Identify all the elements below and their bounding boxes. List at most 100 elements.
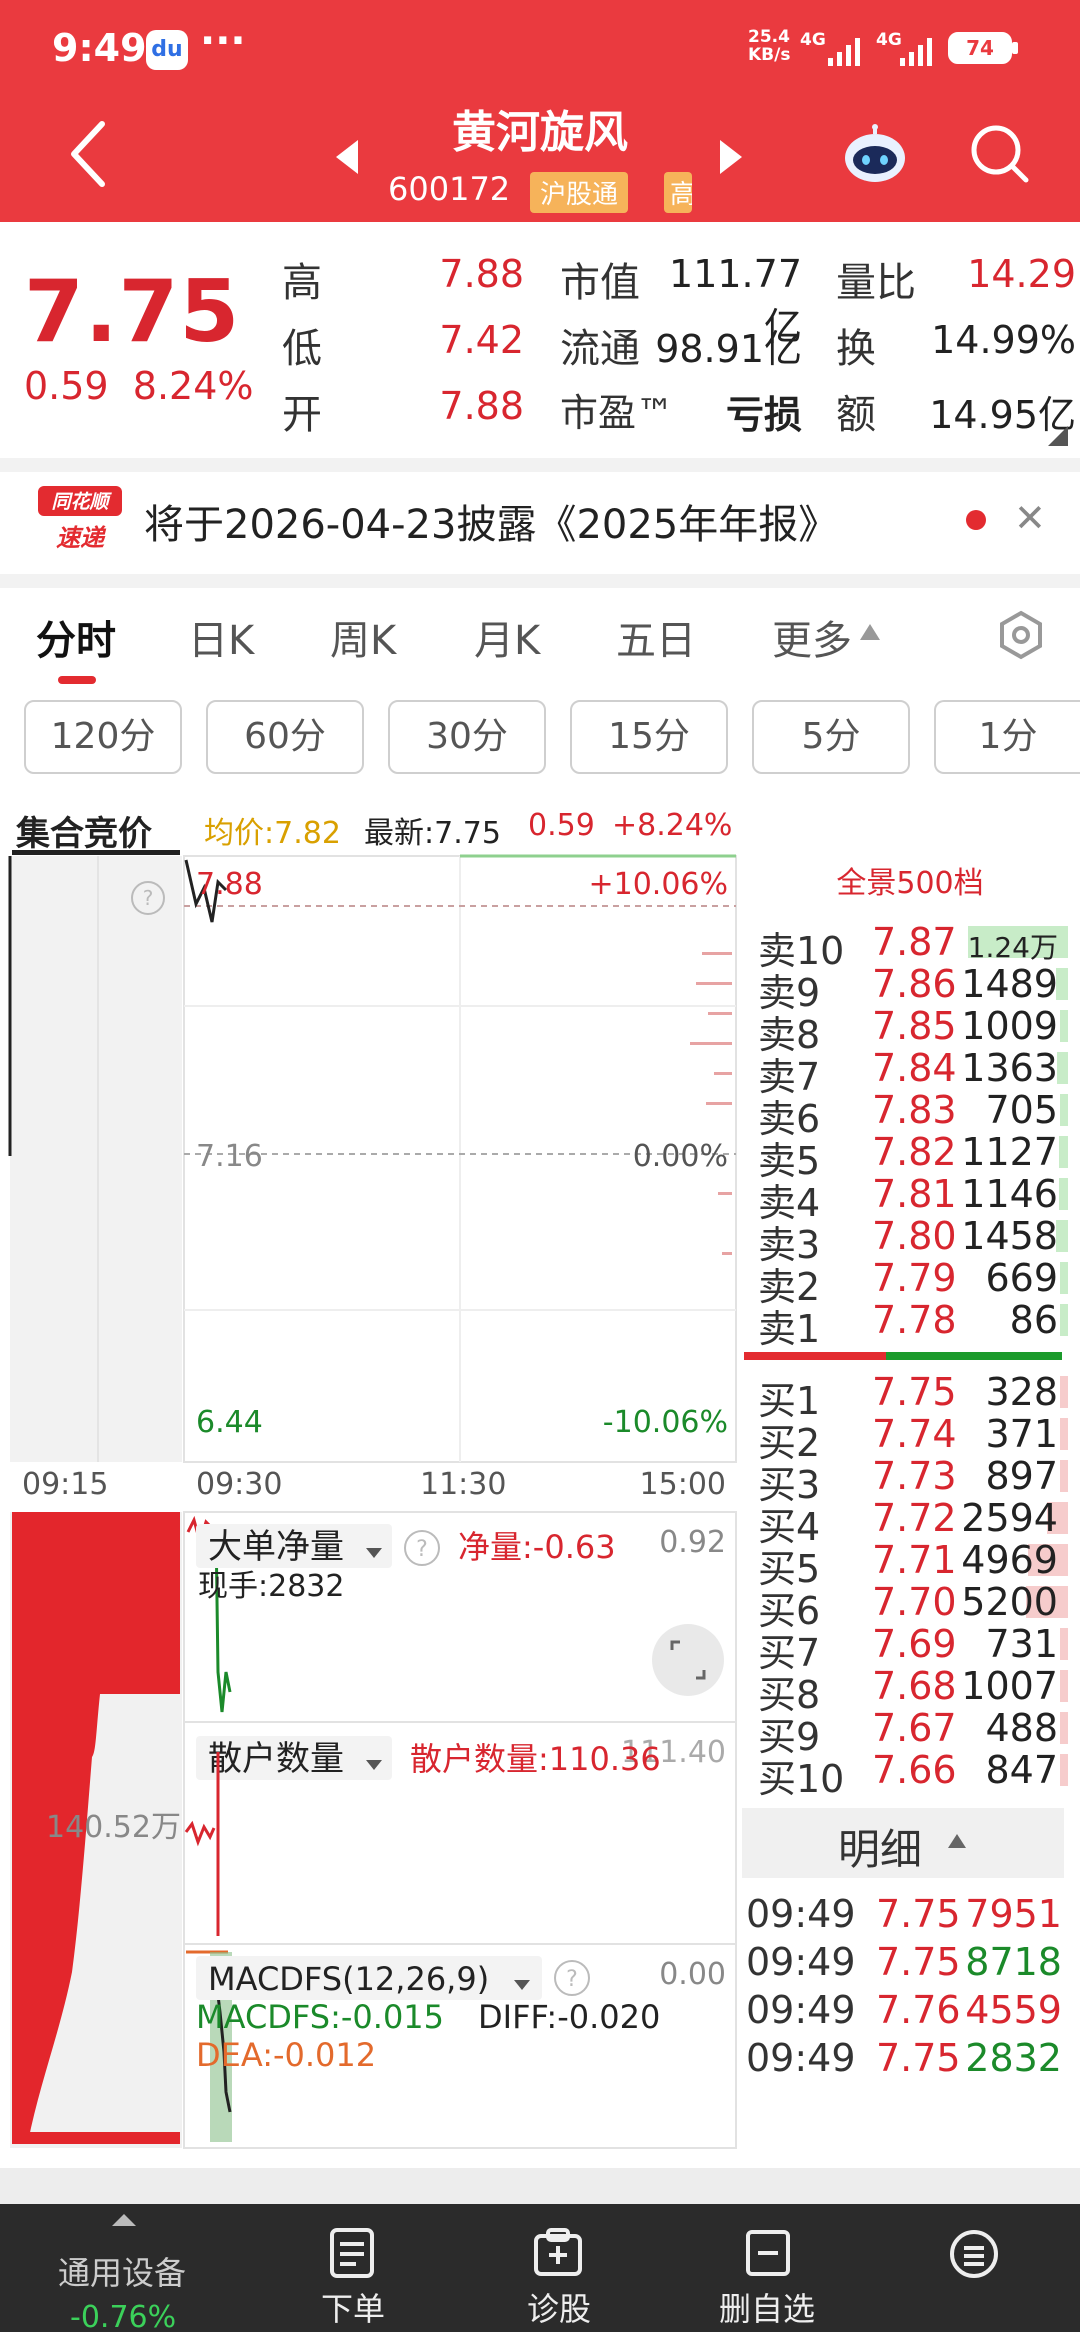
orderbook-row-sell[interactable]: 卖9 7.86 1489: [758, 962, 1068, 1015]
orderbook-row-sell[interactable]: 卖5 7.82 1127: [758, 1130, 1068, 1183]
extra-tag[interactable]: 高: [664, 172, 692, 213]
orderbook-volume-bar: [1057, 1052, 1068, 1084]
expand-corner-icon[interactable]: [1048, 426, 1068, 446]
detail-row[interactable]: 09:49 7.75 7951: [746, 1892, 1066, 1942]
time-tick-1500: 15:00: [640, 1467, 726, 1502]
tab-more[interactable]: 更多: [772, 608, 852, 666]
tab-fenshi[interactable]: 分时: [36, 608, 116, 666]
orderbook-volume: 1363: [961, 1046, 1058, 1090]
tab-five-day[interactable]: 五日: [616, 608, 696, 666]
detail-volume: 2832: [965, 2036, 1062, 2080]
orderbook-volume: 897: [985, 1454, 1058, 1498]
axis-mid-pct: 0.00%: [633, 1139, 728, 1174]
dea-value: DEA:-0.012: [196, 2036, 376, 2074]
orderbook-row-sell[interactable]: 卖7 7.84 1363: [758, 1046, 1068, 1099]
period-15m[interactable]: 15分: [570, 700, 728, 774]
orderbook-volume-bar: [1060, 1304, 1068, 1336]
latest-change: 0.59: [528, 808, 595, 843]
quote-label-float: 流通: [560, 326, 640, 372]
detail-price: 7.75: [876, 2036, 961, 2080]
tab-weekly-k[interactable]: 周K: [330, 608, 396, 666]
current-price: 7.75: [24, 262, 241, 362]
orderbook-row-sell[interactable]: 卖8 7.85 1009: [758, 1004, 1068, 1057]
axis-bottom-price: 6.44: [196, 1405, 263, 1440]
section-divider: [0, 458, 1080, 472]
orderbook-volume-bar: [1059, 1178, 1068, 1210]
orderbook-volume-bar: [1060, 1418, 1068, 1450]
period-1m[interactable]: 1分: [934, 700, 1080, 774]
orderbook-row-buy[interactable]: 买2 7.74 371: [758, 1412, 1068, 1465]
remove-watchlist-icon[interactable]: [742, 2226, 794, 2280]
orderbook-divider-buy: [744, 1352, 886, 1360]
orderbook-row-sell[interactable]: 卖4 7.81 1146: [758, 1172, 1068, 1225]
notice-close-icon[interactable]: ✕: [1014, 496, 1046, 540]
orderbook-row-buy[interactable]: 买5 7.71 4969: [758, 1538, 1068, 1591]
hgt-tag[interactable]: 沪股通: [530, 172, 629, 213]
period-30m[interactable]: 30分: [388, 700, 546, 774]
orderbook-volume-bar: [1059, 1136, 1068, 1168]
search-icon[interactable]: [968, 122, 1032, 186]
nav-remove-watchlist[interactable]: 删自选: [712, 2284, 822, 2330]
period-60m[interactable]: 60分: [206, 700, 364, 774]
auction-tab[interactable]: 集合竞价: [16, 806, 152, 855]
detail-time: 09:49: [746, 1940, 856, 1984]
stock-code: 600172: [388, 170, 511, 208]
orderbook-volume: 705: [985, 1088, 1058, 1132]
orderbook-price: 7.87: [872, 920, 957, 964]
quote-label-low: 低: [282, 326, 322, 372]
stock-name: 黄河旋风: [452, 107, 628, 158]
orderbook-row-buy[interactable]: 买1 7.75 328: [758, 1370, 1068, 1423]
orderbook-row-sell[interactable]: 卖2 7.79 669: [758, 1256, 1068, 1309]
notice-unread-dot: [966, 510, 986, 530]
orderbook-price: 7.74: [872, 1412, 957, 1456]
detail-time: 09:49: [746, 1892, 856, 1936]
intraday-chart[interactable]: ? 7.88 +10.06% 7.16 0.00% 6.44 -10.06% 0…: [0, 852, 740, 2152]
detail-price: 7.75: [876, 1892, 961, 1936]
detail-volume: 8718: [965, 1940, 1062, 1984]
prev-stock-icon[interactable]: [336, 140, 358, 174]
quote-label-high: 高: [282, 260, 322, 306]
ths-express-logo-icon: 同花顺 速递: [38, 486, 122, 552]
menu-icon[interactable]: [948, 2228, 1000, 2282]
orderbook-price: 7.72: [872, 1496, 957, 1540]
orderbook-price: 7.68: [872, 1664, 957, 1708]
period-120m[interactable]: 120分: [24, 700, 182, 774]
orderbook-price: 7.78: [872, 1298, 957, 1342]
tab-monthly-k[interactable]: 月K: [474, 608, 540, 666]
orderbook-row-buy[interactable]: 买8 7.68 1007: [758, 1664, 1068, 1717]
detail-price: 7.76: [876, 1988, 961, 2032]
next-stock-icon[interactable]: [720, 140, 742, 174]
quote-label-amount: 额: [836, 392, 876, 438]
tab-daily-k[interactable]: 日K: [188, 608, 254, 666]
detail-row[interactable]: 09:49 7.76 4559: [746, 1988, 1066, 2038]
orderbook-row-buy[interactable]: 买3 7.73 897: [758, 1454, 1068, 1507]
order-icon[interactable]: [326, 2226, 378, 2280]
orderbook-row-buy[interactable]: 买6 7.70 5200: [758, 1580, 1068, 1633]
orderbook-title[interactable]: 全景500档: [740, 858, 1080, 902]
nav-order[interactable]: 下单: [318, 2284, 388, 2330]
nav-sector-device[interactable]: 通用设备: [58, 2248, 186, 2294]
orderbook-row-sell[interactable]: 卖1 7.78 86: [758, 1298, 1068, 1351]
orderbook-row-sell[interactable]: 卖3 7.80 1458: [758, 1214, 1068, 1267]
orderbook-row-buy[interactable]: 买7 7.69 731: [758, 1622, 1068, 1675]
orderbook-row-buy[interactable]: 买4 7.72 2594: [758, 1496, 1068, 1549]
nav-diagnose[interactable]: 诊股: [524, 2284, 594, 2330]
orderbook-price: 7.69: [872, 1622, 957, 1666]
axis-bottom-pct: -10.06%: [603, 1405, 728, 1440]
settings-hexagon-icon[interactable]: [996, 610, 1046, 660]
notice-text[interactable]: 将于2026-04-23披露《2025年年报》: [144, 492, 838, 550]
detail-row[interactable]: 09:49 7.75 2832: [746, 2036, 1066, 2086]
orderbook-row-sell[interactable]: 卖10 7.87 1.24万: [758, 920, 1068, 973]
fullscreen-icon: [652, 1624, 724, 1696]
period-5m[interactable]: 5分: [752, 700, 910, 774]
orderbook-volume-bar: [1060, 1376, 1068, 1408]
robot-assistant-icon[interactable]: [840, 124, 910, 186]
orderbook-row-buy[interactable]: 买9 7.67 488: [758, 1706, 1068, 1759]
orderbook-volume: 1007: [961, 1664, 1058, 1708]
diagnose-icon[interactable]: [532, 2226, 584, 2280]
detail-row[interactable]: 09:49 7.75 8718: [746, 1940, 1066, 1990]
signal-4g-label: 4G: [800, 30, 826, 50]
orderbook-row-sell[interactable]: 卖6 7.83 705: [758, 1088, 1068, 1141]
orderbook-row-buy[interactable]: 买10 7.66 847: [758, 1748, 1068, 1801]
orderbook-price: 7.70: [872, 1580, 957, 1624]
